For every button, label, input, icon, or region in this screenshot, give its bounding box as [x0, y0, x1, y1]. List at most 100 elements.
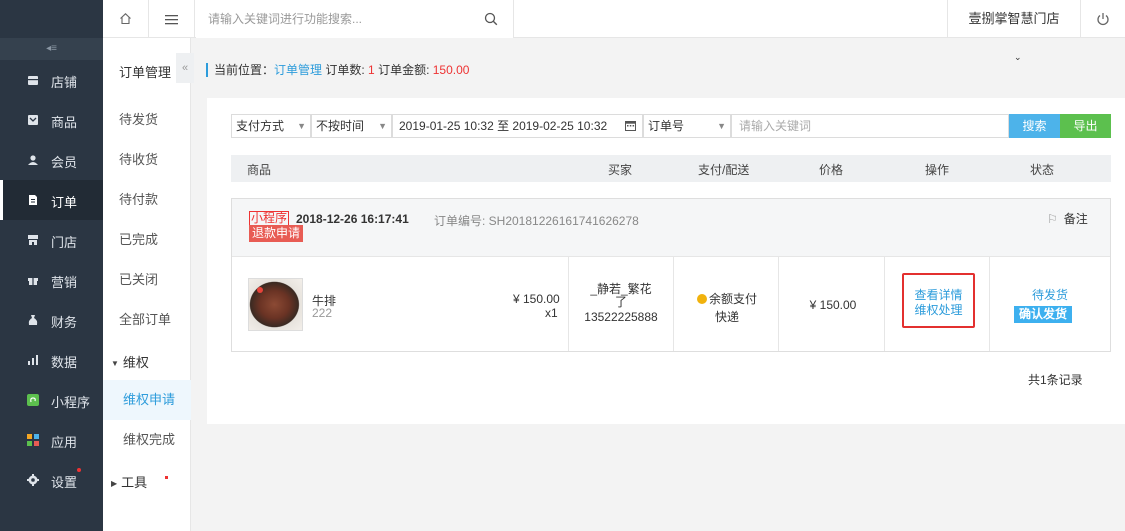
buyer-name: _静若_繁花了: [590, 282, 652, 309]
home-button[interactable]: [103, 0, 149, 38]
function-search: [196, 0, 514, 38]
goods-icon: [28, 115, 38, 125]
sub-item-rights-done[interactable]: 维权完成: [103, 420, 191, 460]
nav-item-member[interactable]: 会员: [0, 140, 103, 180]
breadcrumb: 当前位置：订单管理 订单数: 1 订单金额: 150.00: [206, 63, 469, 77]
confirm-ship-button[interactable]: 确认发货: [1014, 306, 1072, 323]
search-field-select[interactable]: 订单号 ▼: [643, 114, 731, 138]
product-image[interactable]: [248, 278, 303, 331]
sub-item-all-orders[interactable]: 全部订单: [103, 300, 191, 340]
column-header-pay-delivery: 支付/配送: [698, 163, 750, 177]
order-card: 小程序 2018-12-26 16:17:41 订单编号: SH20181226…: [231, 198, 1111, 352]
order-count: 1: [368, 63, 375, 77]
chevron-down-icon: ▼: [297, 121, 306, 131]
nav-item-apps[interactable]: 应用: [0, 420, 103, 460]
order-datetime: 2018-12-26 16:17:41: [296, 212, 409, 226]
nav-item-shop[interactable]: 门店: [0, 220, 103, 260]
power-icon[interactable]: [1095, 11, 1111, 27]
chevron-down-icon: ▼: [717, 121, 726, 131]
calendar-icon: [625, 121, 636, 131]
remark-label: 备注: [1063, 212, 1088, 226]
sub-item-to-pay[interactable]: 待付款: [103, 180, 191, 220]
product-quantity: x1: [545, 306, 558, 320]
nav-item-goods[interactable]: 商品: [0, 100, 103, 140]
nav-label: 订单: [51, 195, 78, 210]
divider: [989, 257, 990, 351]
secondary-title: 订单管理: [119, 65, 172, 80]
miniprogram-icon: [27, 394, 39, 406]
column-header-status: 状态: [1030, 163, 1055, 177]
caret-down-icon: ▼: [111, 359, 119, 369]
finance-icon: [28, 315, 38, 325]
pay-method-value: 支付方式: [236, 119, 285, 133]
main-sidebar: ◂≡ 店铺 商品 会员 订单 门店 营销 财务 数据 小程序 应用 设置: [0, 0, 103, 531]
nav-label: 门店: [51, 235, 78, 250]
order-amount: 150.00: [432, 63, 470, 77]
keyword-input[interactable]: [739, 119, 1008, 133]
search-field-value: 订单号: [648, 119, 685, 133]
nav-item-marketing[interactable]: 营销: [0, 260, 103, 300]
pay-method-select[interactable]: 支付方式 ▼: [231, 114, 311, 138]
group-tools-label: 工具: [121, 475, 148, 490]
column-header-price: 价格: [819, 163, 844, 177]
collapse-sidebar-button[interactable]: ◂≡: [0, 38, 103, 60]
notification-dot: [77, 468, 81, 472]
view-details-link[interactable]: 查看详情: [904, 288, 973, 303]
search-button[interactable]: 搜索: [1009, 114, 1060, 138]
nav-label: 小程序: [51, 395, 91, 410]
time-filter-value: 不按时间: [316, 119, 365, 133]
order-amount-label: 订单金额:: [378, 63, 433, 77]
caret-right-icon: ▶: [111, 479, 118, 489]
buyer-info: _静若_繁花了 13522225888: [569, 283, 673, 324]
date-range-value: 2019-01-25 10:32 至 2019-02-25 10:32: [399, 119, 608, 133]
chevron-down-icon: ▼: [378, 121, 387, 131]
time-filter-select[interactable]: 不按时间 ▼: [311, 114, 392, 138]
rights-handle-link[interactable]: 维权处理: [904, 303, 973, 318]
sub-item-to-receive[interactable]: 待收货: [103, 140, 191, 180]
column-header-goods: 商品: [247, 163, 272, 177]
remark-button[interactable]: ⚐ 备注: [1047, 210, 1088, 227]
nav-item-finance[interactable]: 财务: [0, 300, 103, 340]
store-name[interactable]: 壹捌掌智慧门店: [947, 0, 1081, 38]
sub-item-rights-apply[interactable]: 维权申请: [103, 380, 191, 420]
secondary-sidebar: 订单管理 « 待发货 待收货 待付款 已完成 已关闭 全部订单 ▼ 维权 维权申请…: [103, 0, 194, 531]
gift-icon: [28, 278, 38, 285]
pay-method: 余额支付: [708, 292, 757, 306]
menu-toggle-button[interactable]: [149, 0, 195, 38]
function-search-input[interactable]: [208, 10, 478, 28]
collapse-secondary-button[interactable]: «: [176, 53, 194, 83]
nav-label: 设置: [51, 475, 78, 490]
divider: [884, 257, 885, 351]
group-tools[interactable]: ▶ 工具: [111, 472, 147, 491]
order-count-label: 订单数:: [325, 63, 369, 77]
breadcrumb-link[interactable]: 订单管理: [274, 63, 322, 77]
chevron-down-icon[interactable]: ⌄: [1014, 52, 1022, 63]
nav-item-settings[interactable]: 设置: [0, 460, 103, 500]
nav-label: 会员: [51, 155, 78, 170]
column-header-ops: 操作: [925, 163, 950, 177]
coin-icon: [696, 294, 707, 304]
nav-item-store[interactable]: 店铺: [0, 60, 103, 100]
gear-icon: [27, 474, 39, 486]
sub-item-completed[interactable]: 已完成: [103, 220, 191, 260]
nav-item-order[interactable]: 订单: [0, 180, 103, 220]
apps-icon: [27, 434, 39, 446]
search-icon[interactable]: [484, 12, 498, 26]
nav-label: 数据: [51, 355, 78, 370]
store-icon: [28, 76, 38, 85]
logo-area: [0, 0, 103, 38]
sub-item-to-ship[interactable]: 待发货: [103, 100, 191, 140]
date-range-input[interactable]: 2019-01-25 10:32 至 2019-02-25 10:32: [392, 114, 643, 138]
nav-item-data[interactable]: 数据: [0, 340, 103, 380]
buyer-phone: 13522225888: [584, 310, 658, 324]
pay-delivery-info: 余额支付 快递: [675, 290, 779, 326]
nav-label: 财务: [51, 315, 78, 330]
delivery-method: 快递: [714, 310, 739, 324]
nav-item-miniprogram[interactable]: 小程序: [0, 380, 103, 420]
export-button[interactable]: 导出: [1060, 114, 1111, 138]
product-spec: 222: [312, 306, 333, 320]
group-rights[interactable]: ▼ 维权: [111, 352, 149, 371]
order-number: 订单编号: SH20181226161741626278: [434, 214, 639, 228]
sub-item-closed[interactable]: 已关闭: [103, 260, 191, 300]
hamburger-icon: [165, 14, 178, 24]
